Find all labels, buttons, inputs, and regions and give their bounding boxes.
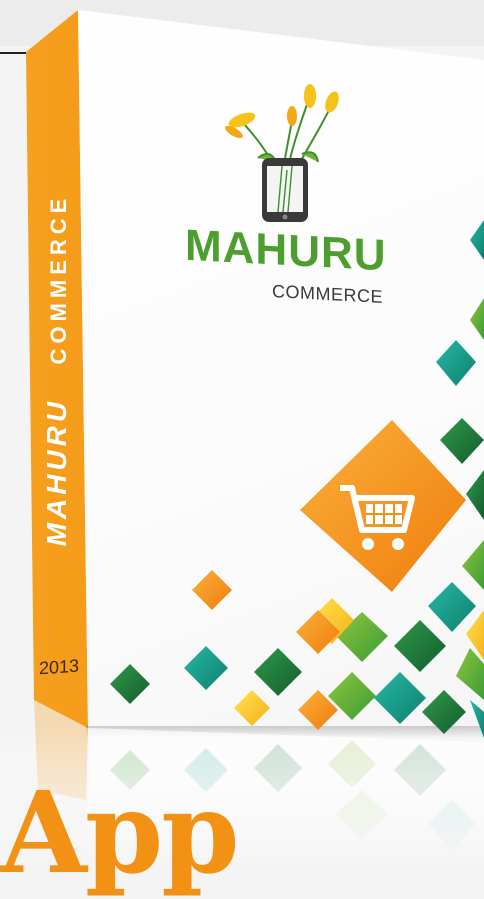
software-box: MAHURU COMMERCE 2013 MAHURU COMMERCE [0, 0, 484, 868]
diamond-pattern [110, 220, 484, 738]
app-heading: App [0, 768, 240, 899]
